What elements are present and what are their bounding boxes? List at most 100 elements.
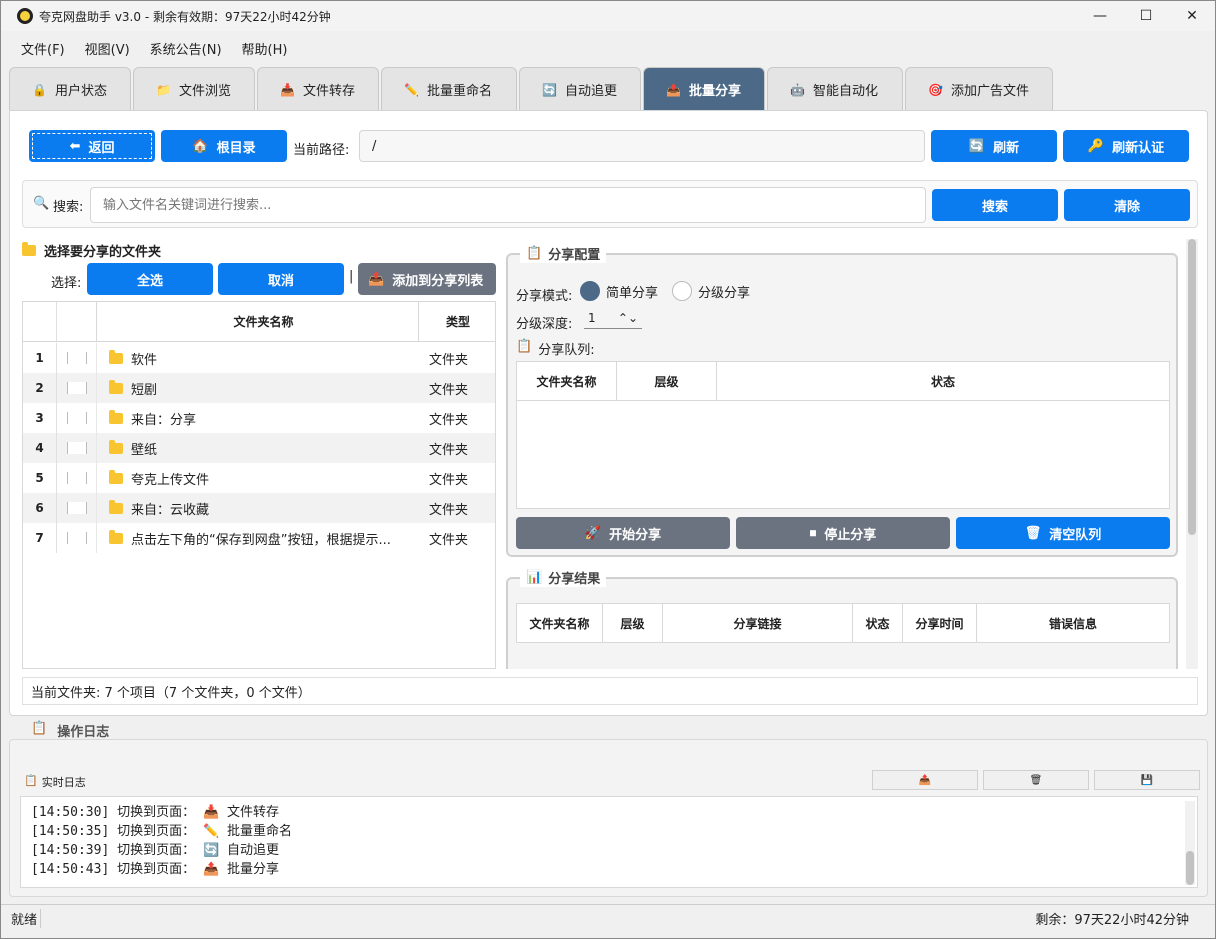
back-arrow-icon: ⬅: [69, 138, 81, 154]
status-bar: 就绪 剩余：97天22小时42分钟: [1, 904, 1215, 932]
tab-auto-follow[interactable]: 🔄 自动追更: [519, 67, 641, 111]
tab-file-transfer[interactable]: 📥 文件转存: [257, 67, 379, 111]
refresh-icon: 🔄: [968, 138, 986, 154]
log-line: [14:50:43] 切换到页面： 📤 批量分享: [31, 862, 279, 877]
separator: |: [349, 269, 354, 284]
table-row[interactable]: 2 短剧 文件夹: [23, 373, 495, 403]
target-icon: 🎯: [928, 82, 943, 97]
inbox-icon: 📥: [280, 82, 295, 97]
queue-table-header: 文件夹名称 层级 状态: [516, 361, 1170, 401]
tab-file-browse[interactable]: 📁 文件浏览: [133, 67, 255, 111]
row-checkbox[interactable]: [57, 433, 97, 463]
share-config-group: 📋 分享配置 分享模式: 简单分享 分级分享 分级深度: 1 ⌃⌄ 📋 分享队列: 文…: [506, 244, 1178, 557]
search-input[interactable]: [90, 187, 926, 223]
table-row[interactable]: 5 夸克上传文件 文件夹: [23, 463, 495, 493]
table-row[interactable]: 4 壁纸 文件夹: [23, 433, 495, 463]
trash-icon: 🗑: [1024, 525, 1042, 541]
menu-file[interactable]: 文件(F): [13, 39, 73, 58]
folder-grid: 文件夹名称 类型 1 软件 文件夹 2 短剧 文件夹 3 来自：分享 文件夹 4 壁纸 文件夹 …: [22, 301, 496, 669]
tab-bar: 🔒 用户状态 📁 文件浏览 📥 文件转存 ✏️ 批量重命名 🔄 自动追更 📤 批量分享 🤖 智…: [9, 67, 1055, 111]
tab-batch-rename[interactable]: ✏️ 批量重命名: [381, 67, 517, 111]
outbox-icon: 📤: [666, 82, 681, 97]
menu-help[interactable]: 帮助(H): [234, 39, 296, 58]
log-scrollbar[interactable]: [1185, 801, 1195, 885]
folder-icon: [22, 242, 36, 256]
app-logo-icon: [17, 8, 33, 24]
stop-icon: ⏹: [809, 525, 817, 541]
log-line: [14:50:35] 切换到页面： ✏️ 批量重命名: [31, 824, 292, 839]
folder-icon: 📁: [156, 82, 171, 97]
table-row[interactable]: 6 来自：云收藏 文件夹: [23, 493, 495, 523]
row-checkbox[interactable]: [57, 493, 97, 523]
current-path-label: 当前路径:: [293, 143, 350, 158]
outbox-icon: 📤: [368, 271, 385, 287]
tab-add-ad-file[interactable]: 🎯 添加广告文件: [905, 67, 1053, 111]
refresh-button[interactable]: 🔄 刷新: [931, 130, 1057, 162]
row-checkbox[interactable]: [57, 403, 97, 433]
start-share-button[interactable]: 🚀 开始分享: [516, 517, 730, 549]
bar-chart-icon: 📊: [526, 570, 543, 585]
outbox-icon: 📤: [202, 862, 220, 877]
menu-view[interactable]: 视图(V): [77, 39, 138, 58]
folder-icon: [109, 409, 123, 424]
save-log-button[interactable]: 💾: [1094, 770, 1200, 790]
search-icon: 🔍: [33, 196, 50, 211]
folder-selection-pane: 选择要分享的文件夹 选择: 全选 取消 | 📤 添加到分享列表 文件夹名称 类型 …: [22, 239, 496, 669]
pencil-icon: ✏️: [202, 824, 220, 839]
right-pane-scrollbar[interactable]: [1186, 239, 1198, 669]
clear-log-button[interactable]: 🗑: [983, 770, 1089, 790]
row-checkbox[interactable]: [57, 463, 97, 493]
log-line: [14:50:39] 切换到页面： 🔄 自动追更: [31, 843, 279, 858]
stop-share-button[interactable]: ⏹ 停止分享: [736, 517, 950, 549]
folder-icon: [109, 469, 123, 484]
folder-icon: [109, 529, 123, 544]
rocket-icon: 🚀: [584, 525, 602, 541]
inbox-icon: 📥: [202, 805, 220, 820]
menu-announcement[interactable]: 系统公告(N): [142, 39, 230, 58]
current-path-field[interactable]: /: [359, 130, 925, 162]
folder-icon: [109, 499, 123, 514]
row-checkbox[interactable]: [57, 343, 97, 373]
col-folder-name: 文件夹名称: [97, 302, 419, 341]
minimize-button[interactable]: —: [1077, 1, 1123, 31]
robot-icon: 🤖: [790, 82, 805, 97]
queue-table-body[interactable]: [516, 401, 1170, 509]
folder-icon: [109, 349, 123, 364]
share-config-title: 📋 分享配置: [520, 244, 607, 263]
share-results-title: 📊 分享结果: [520, 568, 607, 587]
refresh-icon: 🔄: [542, 82, 557, 97]
add-to-queue-button[interactable]: 📤 添加到分享列表: [358, 263, 496, 295]
clipboard-icon: 📋: [526, 246, 543, 261]
results-table-header: 文件夹名称 层级 分享链接 状态 分享时间 错误信息: [516, 603, 1170, 643]
status-ready: 就绪: [1, 909, 41, 928]
clear-queue-button[interactable]: 🗑 清空队列: [956, 517, 1170, 549]
realtime-log-label: 📋 实时日志: [24, 774, 86, 789]
tab-smart-automation[interactable]: 🤖 智能自动化: [767, 67, 903, 111]
folder-icon: [109, 379, 123, 394]
tab-batch-share[interactable]: 📤 批量分享: [643, 67, 765, 111]
back-button[interactable]: ⬅ 返回: [29, 130, 155, 162]
row-checkbox[interactable]: [57, 523, 97, 553]
search-button[interactable]: 搜索: [932, 189, 1058, 221]
refresh-auth-button[interactable]: 🔑 刷新认证: [1063, 130, 1189, 162]
pencil-icon: ✏️: [404, 82, 419, 97]
depth-spinbox[interactable]: 1 ⌃⌄: [584, 311, 642, 329]
log-panel: 📋 实时日志 📤 🗑 💾 [14:50:30] 切换到页面： 📥 文件转存 [14…: [9, 739, 1208, 897]
radio-level-share[interactable]: 分级分享: [672, 281, 750, 301]
close-button[interactable]: ✕: [1169, 1, 1215, 31]
export-log-button[interactable]: 📤: [872, 770, 978, 790]
cancel-select-button[interactable]: 取消: [218, 263, 344, 295]
root-dir-button[interactable]: 🏠 根目录: [161, 130, 287, 162]
table-row[interactable]: 7 点击左下角的“保存到网盘”按钮，根据提示... 文件夹: [23, 523, 495, 553]
table-row[interactable]: 1 软件 文件夹: [23, 343, 495, 373]
menu-bar: 文件(F) 视图(V) 系统公告(N) 帮助(H): [1, 31, 1215, 65]
maximize-button[interactable]: ☐: [1123, 1, 1169, 31]
log-output[interactable]: [14:50:30] 切换到页面： 📥 文件转存 [14:50:35] 切换到页…: [20, 796, 1198, 888]
select-all-button[interactable]: 全选: [87, 263, 213, 295]
row-checkbox[interactable]: [57, 373, 97, 403]
table-row[interactable]: 3 来自：分享 文件夹: [23, 403, 495, 433]
clear-search-button[interactable]: 清除: [1064, 189, 1190, 221]
share-mode-label: 分享模式:: [516, 289, 573, 304]
tab-user-status[interactable]: 🔒 用户状态: [9, 67, 131, 111]
radio-simple-share[interactable]: 简单分享: [580, 281, 658, 301]
